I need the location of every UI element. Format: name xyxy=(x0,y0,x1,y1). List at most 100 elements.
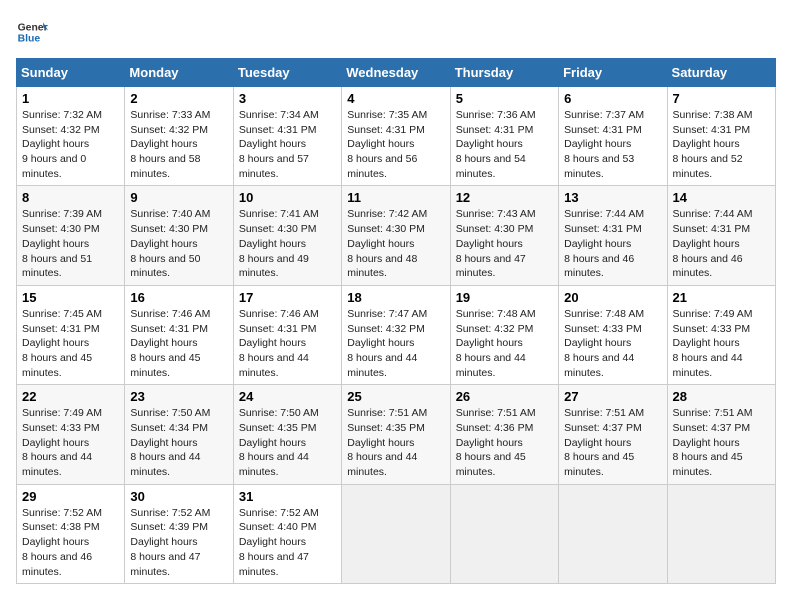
cell-info: Sunrise: 7:42 AMSunset: 4:30 PMDaylight … xyxy=(347,208,427,279)
calendar-cell: 23 Sunrise: 7:50 AMSunset: 4:34 PMDaylig… xyxy=(125,385,233,484)
logo-icon: General Blue xyxy=(16,16,48,48)
calendar-cell: 9 Sunrise: 7:40 AMSunset: 4:30 PMDayligh… xyxy=(125,186,233,285)
day-number: 14 xyxy=(673,190,770,205)
weekday-header-saturday: Saturday xyxy=(667,59,775,87)
cell-info: Sunrise: 7:40 AMSunset: 4:30 PMDaylight … xyxy=(130,208,210,279)
cell-info: Sunrise: 7:51 AMSunset: 4:37 PMDaylight … xyxy=(673,407,753,478)
calendar-cell: 26 Sunrise: 7:51 AMSunset: 4:36 PMDaylig… xyxy=(450,385,558,484)
calendar-cell: 12 Sunrise: 7:43 AMSunset: 4:30 PMDaylig… xyxy=(450,186,558,285)
day-number: 12 xyxy=(456,190,553,205)
calendar-cell xyxy=(667,484,775,583)
cell-info: Sunrise: 7:52 AMSunset: 4:38 PMDaylight … xyxy=(22,507,102,578)
cell-info: Sunrise: 7:44 AMSunset: 4:31 PMDaylight … xyxy=(564,208,644,279)
calendar-cell: 29 Sunrise: 7:52 AMSunset: 4:38 PMDaylig… xyxy=(17,484,125,583)
cell-info: Sunrise: 7:46 AMSunset: 4:31 PMDaylight … xyxy=(239,308,319,379)
cell-info: Sunrise: 7:34 AMSunset: 4:31 PMDaylight … xyxy=(239,109,319,180)
weekday-header-monday: Monday xyxy=(125,59,233,87)
calendar-cell: 15 Sunrise: 7:45 AMSunset: 4:31 PMDaylig… xyxy=(17,285,125,384)
calendar-cell: 10 Sunrise: 7:41 AMSunset: 4:30 PMDaylig… xyxy=(233,186,341,285)
day-number: 19 xyxy=(456,290,553,305)
cell-info: Sunrise: 7:52 AMSunset: 4:40 PMDaylight … xyxy=(239,507,319,578)
day-number: 13 xyxy=(564,190,661,205)
weekday-header-sunday: Sunday xyxy=(17,59,125,87)
day-number: 2 xyxy=(130,91,227,106)
day-number: 27 xyxy=(564,389,661,404)
day-number: 11 xyxy=(347,190,444,205)
calendar-week-row: 15 Sunrise: 7:45 AMSunset: 4:31 PMDaylig… xyxy=(17,285,776,384)
calendar-cell xyxy=(559,484,667,583)
day-number: 7 xyxy=(673,91,770,106)
day-number: 24 xyxy=(239,389,336,404)
calendar-cell: 14 Sunrise: 7:44 AMSunset: 4:31 PMDaylig… xyxy=(667,186,775,285)
day-number: 20 xyxy=(564,290,661,305)
cell-info: Sunrise: 7:43 AMSunset: 4:30 PMDaylight … xyxy=(456,208,536,279)
calendar-cell: 27 Sunrise: 7:51 AMSunset: 4:37 PMDaylig… xyxy=(559,385,667,484)
cell-info: Sunrise: 7:50 AMSunset: 4:34 PMDaylight … xyxy=(130,407,210,478)
cell-info: Sunrise: 7:37 AMSunset: 4:31 PMDaylight … xyxy=(564,109,644,180)
day-number: 16 xyxy=(130,290,227,305)
day-number: 6 xyxy=(564,91,661,106)
weekday-header-tuesday: Tuesday xyxy=(233,59,341,87)
cell-info: Sunrise: 7:33 AMSunset: 4:32 PMDaylight … xyxy=(130,109,210,180)
calendar-cell: 22 Sunrise: 7:49 AMSunset: 4:33 PMDaylig… xyxy=(17,385,125,484)
cell-info: Sunrise: 7:51 AMSunset: 4:35 PMDaylight … xyxy=(347,407,427,478)
page-header: General Blue xyxy=(16,16,776,48)
cell-info: Sunrise: 7:48 AMSunset: 4:32 PMDaylight … xyxy=(456,308,536,379)
calendar-cell: 24 Sunrise: 7:50 AMSunset: 4:35 PMDaylig… xyxy=(233,385,341,484)
cell-info: Sunrise: 7:48 AMSunset: 4:33 PMDaylight … xyxy=(564,308,644,379)
cell-info: Sunrise: 7:41 AMSunset: 4:30 PMDaylight … xyxy=(239,208,319,279)
calendar-cell: 7 Sunrise: 7:38 AMSunset: 4:31 PMDayligh… xyxy=(667,87,775,186)
calendar-cell: 30 Sunrise: 7:52 AMSunset: 4:39 PMDaylig… xyxy=(125,484,233,583)
calendar-cell: 28 Sunrise: 7:51 AMSunset: 4:37 PMDaylig… xyxy=(667,385,775,484)
calendar-cell: 8 Sunrise: 7:39 AMSunset: 4:30 PMDayligh… xyxy=(17,186,125,285)
cell-info: Sunrise: 7:51 AMSunset: 4:37 PMDaylight … xyxy=(564,407,644,478)
day-number: 30 xyxy=(130,489,227,504)
svg-text:Blue: Blue xyxy=(18,34,41,45)
calendar-cell: 5 Sunrise: 7:36 AMSunset: 4:31 PMDayligh… xyxy=(450,87,558,186)
day-number: 4 xyxy=(347,91,444,106)
day-number: 22 xyxy=(22,389,119,404)
day-number: 3 xyxy=(239,91,336,106)
cell-info: Sunrise: 7:36 AMSunset: 4:31 PMDaylight … xyxy=(456,109,536,180)
calendar-table: SundayMondayTuesdayWednesdayThursdayFrid… xyxy=(16,58,776,584)
cell-info: Sunrise: 7:50 AMSunset: 4:35 PMDaylight … xyxy=(239,407,319,478)
day-number: 31 xyxy=(239,489,336,504)
day-number: 1 xyxy=(22,91,119,106)
calendar-cell: 11 Sunrise: 7:42 AMSunset: 4:30 PMDaylig… xyxy=(342,186,450,285)
calendar-week-row: 1 Sunrise: 7:32 AMSunset: 4:32 PMDayligh… xyxy=(17,87,776,186)
calendar-cell: 3 Sunrise: 7:34 AMSunset: 4:31 PMDayligh… xyxy=(233,87,341,186)
calendar-week-row: 8 Sunrise: 7:39 AMSunset: 4:30 PMDayligh… xyxy=(17,186,776,285)
cell-info: Sunrise: 7:39 AMSunset: 4:30 PMDaylight … xyxy=(22,208,102,279)
day-number: 25 xyxy=(347,389,444,404)
weekday-header-thursday: Thursday xyxy=(450,59,558,87)
day-number: 9 xyxy=(130,190,227,205)
calendar-cell: 18 Sunrise: 7:47 AMSunset: 4:32 PMDaylig… xyxy=(342,285,450,384)
day-number: 21 xyxy=(673,290,770,305)
day-number: 18 xyxy=(347,290,444,305)
weekday-header-wednesday: Wednesday xyxy=(342,59,450,87)
cell-info: Sunrise: 7:49 AMSunset: 4:33 PMDaylight … xyxy=(673,308,753,379)
calendar-cell: 20 Sunrise: 7:48 AMSunset: 4:33 PMDaylig… xyxy=(559,285,667,384)
calendar-cell xyxy=(450,484,558,583)
calendar-cell: 21 Sunrise: 7:49 AMSunset: 4:33 PMDaylig… xyxy=(667,285,775,384)
logo: General Blue xyxy=(16,16,48,48)
calendar-week-row: 29 Sunrise: 7:52 AMSunset: 4:38 PMDaylig… xyxy=(17,484,776,583)
calendar-cell: 17 Sunrise: 7:46 AMSunset: 4:31 PMDaylig… xyxy=(233,285,341,384)
cell-info: Sunrise: 7:35 AMSunset: 4:31 PMDaylight … xyxy=(347,109,427,180)
calendar-week-row: 22 Sunrise: 7:49 AMSunset: 4:33 PMDaylig… xyxy=(17,385,776,484)
calendar-cell: 25 Sunrise: 7:51 AMSunset: 4:35 PMDaylig… xyxy=(342,385,450,484)
calendar-header-row: SundayMondayTuesdayWednesdayThursdayFrid… xyxy=(17,59,776,87)
calendar-cell: 4 Sunrise: 7:35 AMSunset: 4:31 PMDayligh… xyxy=(342,87,450,186)
cell-info: Sunrise: 7:45 AMSunset: 4:31 PMDaylight … xyxy=(22,308,102,379)
calendar-cell: 19 Sunrise: 7:48 AMSunset: 4:32 PMDaylig… xyxy=(450,285,558,384)
day-number: 29 xyxy=(22,489,119,504)
calendar-cell: 2 Sunrise: 7:33 AMSunset: 4:32 PMDayligh… xyxy=(125,87,233,186)
day-number: 10 xyxy=(239,190,336,205)
day-number: 17 xyxy=(239,290,336,305)
day-number: 28 xyxy=(673,389,770,404)
calendar-cell xyxy=(342,484,450,583)
calendar-cell: 1 Sunrise: 7:32 AMSunset: 4:32 PMDayligh… xyxy=(17,87,125,186)
day-number: 8 xyxy=(22,190,119,205)
cell-info: Sunrise: 7:46 AMSunset: 4:31 PMDaylight … xyxy=(130,308,210,379)
calendar-cell: 13 Sunrise: 7:44 AMSunset: 4:31 PMDaylig… xyxy=(559,186,667,285)
